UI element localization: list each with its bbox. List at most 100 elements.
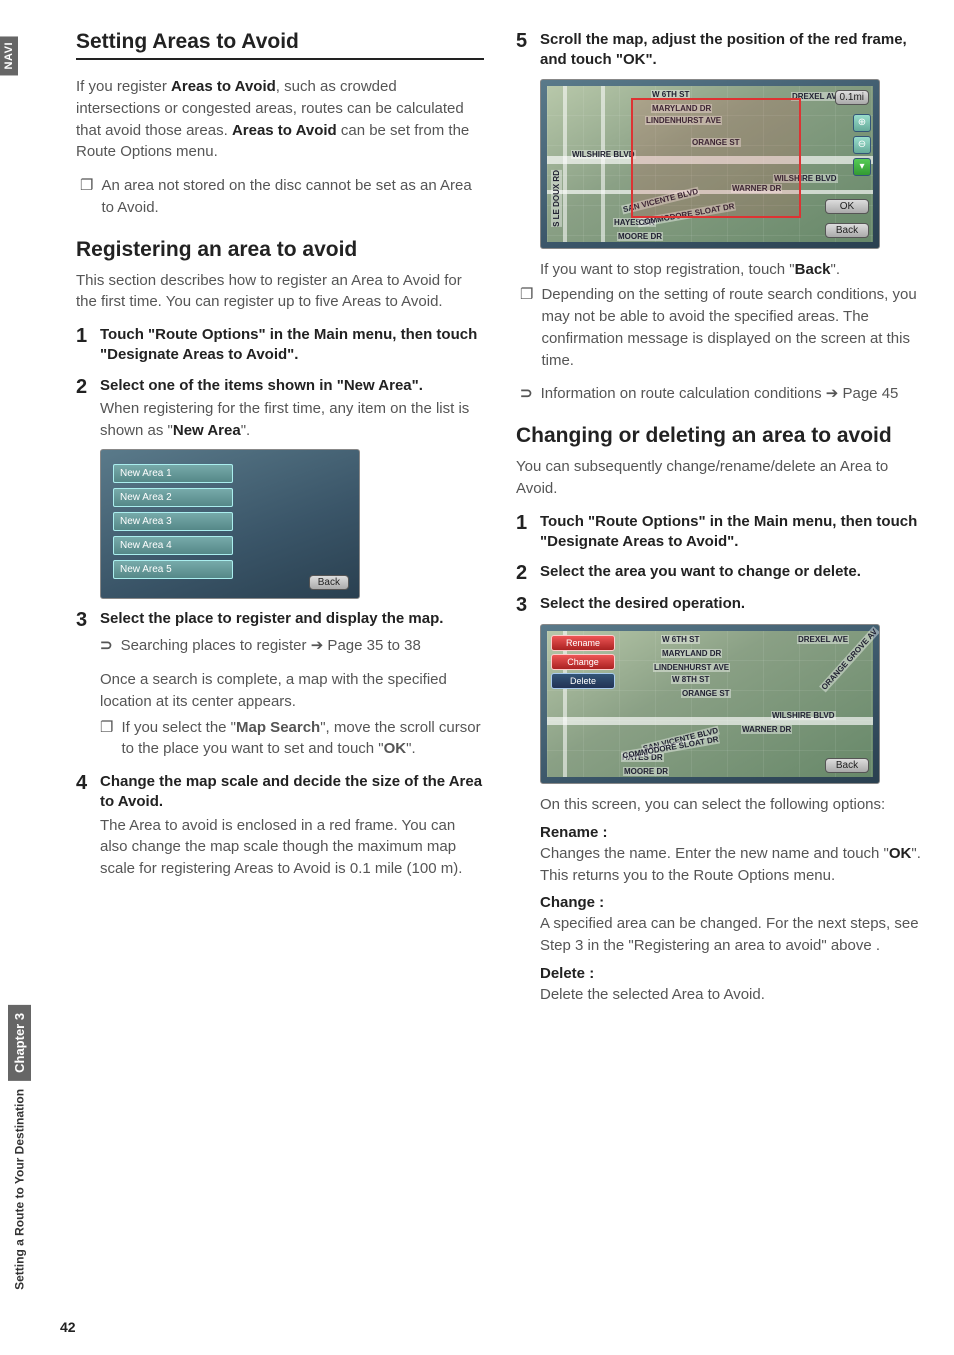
back-button[interactable]: Back: [825, 223, 869, 238]
text: ".: [406, 740, 416, 757]
note-bullet: An area not stored on the disc cannot be…: [80, 175, 484, 219]
ref-text: Searching places to register ➔ Page 35 t…: [121, 635, 421, 657]
cross-ref: Information on route calculation conditi…: [520, 383, 924, 405]
map-street-label: WILSHIRE BLVD: [771, 711, 836, 720]
option-term: Change :: [540, 894, 924, 911]
option-description: Delete the selected Area to Avoid.: [540, 984, 924, 1006]
step-1: 1 Touch "Route Options" in the Main menu…: [76, 325, 484, 366]
list-item[interactable]: New Area 3: [113, 512, 233, 531]
scale-badge: 0.1mi: [835, 90, 869, 105]
text: If you select the ": [121, 719, 236, 736]
map-street-label: WILSHIRE BLVD: [571, 150, 636, 159]
arrow-icon: ➔: [311, 637, 324, 654]
side-subtitle: Setting a Route to Your Destination: [13, 1089, 27, 1290]
rename-button[interactable]: Rename: [551, 635, 615, 651]
ref-text: Information on route calculation conditi…: [541, 383, 899, 405]
text: Changes the name. Enter the new name and…: [540, 845, 889, 862]
option-panel: Rename Change Delete: [551, 635, 615, 692]
chapter-badge: Chapter 3: [8, 1005, 31, 1081]
ok-button[interactable]: OK: [825, 199, 869, 214]
step-number: 5: [516, 30, 532, 71]
intro-paragraph: If you register Areas to Avoid, such as …: [76, 76, 484, 163]
list-item[interactable]: New Area 4: [113, 536, 233, 555]
navi-badge: NAVI: [0, 36, 18, 75]
option-description: A specified area can be changed. For the…: [540, 913, 924, 957]
sub-heading: Changing or deleting an area to avoid: [516, 423, 924, 448]
text-bold: Map Search: [236, 719, 320, 736]
step-2: 2 Select one of the items shown in "New …: [76, 376, 484, 442]
text-bold: New Area: [173, 422, 241, 439]
back-button[interactable]: Back: [309, 575, 349, 590]
text-bold: Back: [795, 261, 831, 278]
step-instruction: Touch "Route Options" in the Main menu, …: [100, 325, 484, 366]
square-bullet-icon: [100, 717, 113, 761]
map-street-label: ORANGE ST: [681, 689, 731, 698]
screenshot-map-ok: W 6TH ST MARYLAND DR LINDENHURST AVE WIL…: [540, 79, 880, 249]
map-tool-button[interactable]: ▾: [853, 158, 871, 176]
map-street: [601, 86, 605, 242]
delete-button[interactable]: Delete: [551, 673, 615, 689]
step-5: 5 Scroll the map, adjust the position of…: [516, 30, 924, 71]
step-1: 1 Touch "Route Options" in the Main menu…: [516, 512, 924, 553]
step-number: 2: [516, 562, 532, 584]
step-instruction: Change the map scale and decide the size…: [100, 772, 484, 813]
step-instruction: Select the place to register and display…: [100, 609, 484, 629]
list-item[interactable]: New Area 2: [113, 488, 233, 507]
change-button[interactable]: Change: [551, 654, 615, 670]
bullet-text: If you select the "Map Search", move the…: [121, 717, 484, 761]
step-description: When registering for the first time, any…: [100, 398, 484, 442]
side-vertical-text: Setting a Route to Your Destination Chap…: [8, 1005, 31, 1290]
map-street-label: DREXEL AVE: [797, 635, 849, 644]
avoid-area-frame: [631, 98, 801, 218]
step-instruction: Select one of the items shown in "New Ar…: [100, 376, 484, 396]
option-term: Delete :: [540, 965, 924, 982]
step-number: 1: [76, 325, 92, 366]
step-description: On this screen, you can select the follo…: [540, 794, 924, 816]
map-street-label: S LE DOUX RD: [551, 170, 562, 227]
step-number: 3: [76, 609, 92, 631]
text-bold: OK: [889, 845, 912, 862]
step-3: 3 Select the desired operation.: [516, 594, 924, 616]
map-street: [563, 86, 567, 242]
step-instruction: Select the area you want to change or de…: [540, 562, 924, 582]
step-number: 4: [76, 772, 92, 880]
bullet-text: Depending on the setting of route search…: [541, 284, 924, 371]
side-rail: NAVI Setting a Route to Your Destination…: [0, 30, 48, 1290]
map-street-label: WARNER DR: [741, 725, 792, 734]
step-number: 3: [516, 594, 532, 616]
zoom-out-button[interactable]: ⊖: [853, 136, 871, 154]
intro-bold: Areas to Avoid: [171, 78, 276, 95]
option-term: Rename :: [540, 824, 924, 841]
arrow-icon: ➔: [826, 385, 839, 402]
intro-text: If you register: [76, 78, 171, 95]
map-street-label: LINDENHURST AVE: [653, 663, 730, 672]
text: When registering for the first time, any…: [100, 400, 469, 439]
list-item[interactable]: New Area 1: [113, 464, 233, 483]
text-bold: OK: [384, 740, 407, 757]
ref-icon: [100, 635, 113, 657]
screenshot-map-options: W 6TH ST MARYLAND DR LINDENHURST AVE W 8…: [540, 624, 880, 784]
map-street-label: MARYLAND DR: [661, 649, 722, 658]
map-street-label: W 6TH ST: [661, 635, 700, 644]
section-title: Setting Areas to Avoid: [76, 30, 484, 60]
list-item[interactable]: New Area 5: [113, 560, 233, 579]
ref-icon: [520, 383, 533, 405]
text: Information on route calculation conditi…: [541, 385, 826, 402]
step-2: 2 Select the area you want to change or …: [516, 562, 924, 584]
right-column: 5 Scroll the map, adjust the position of…: [516, 30, 924, 1290]
note-bullet: Depending on the setting of route search…: [520, 284, 924, 371]
back-button[interactable]: Back: [825, 758, 869, 773]
text: Page 35 to 38: [323, 637, 421, 654]
sub-intro: This section describes how to register a…: [76, 270, 484, 314]
text: If you want to stop registration, touch …: [540, 261, 795, 278]
step-number: 1: [516, 512, 532, 553]
step-number: 2: [76, 376, 92, 442]
screenshot-new-area-list: New Area 1 New Area 2 New Area 3 New Are…: [100, 449, 360, 599]
map-street-label: MOORE DR: [623, 767, 669, 776]
zoom-in-button[interactable]: ⊕: [853, 114, 871, 132]
map-street-label: MOORE DR: [617, 232, 663, 241]
square-bullet-icon: [520, 284, 533, 371]
cross-ref: Searching places to register ➔ Page 35 t…: [100, 635, 484, 657]
option-description: Changes the name. Enter the new name and…: [540, 843, 924, 887]
left-column: Setting Areas to Avoid If you register A…: [76, 30, 484, 1290]
